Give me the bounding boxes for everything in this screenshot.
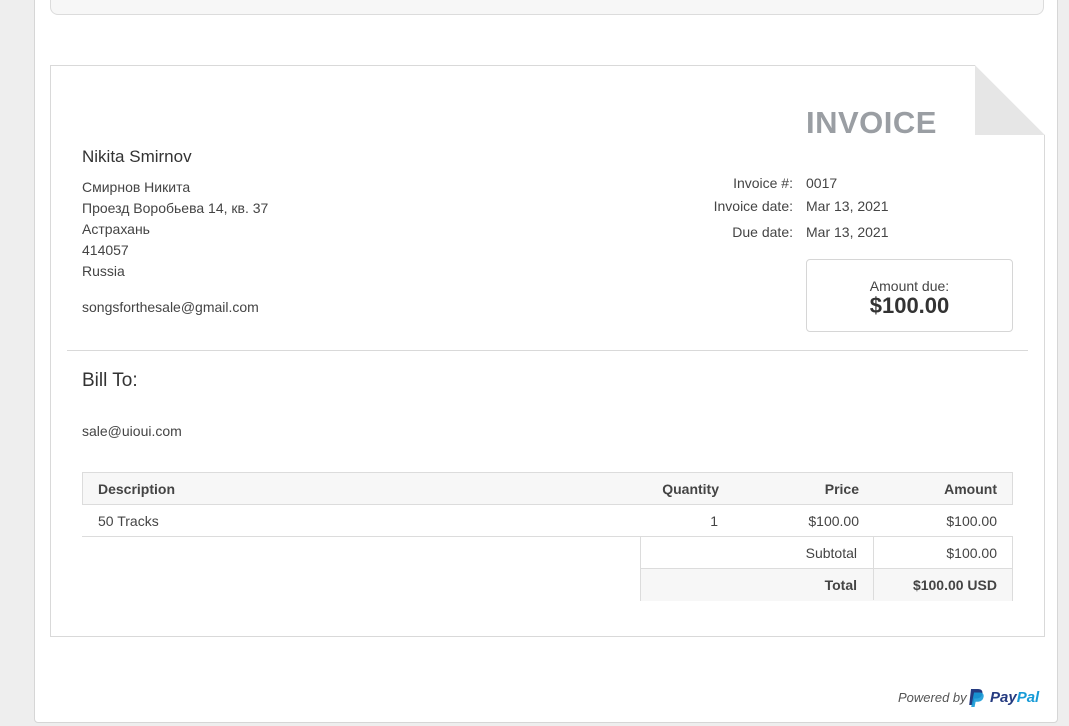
section-divider: [67, 350, 1028, 351]
column-header-price: Price: [824, 481, 859, 497]
merchant-address-line: Астрахань: [82, 221, 150, 237]
merchant-address-line: 414057: [82, 242, 129, 258]
merchant-name: Nikita Smirnov: [82, 147, 192, 166]
amount-due-value: $100.00: [869, 293, 950, 318]
column-header-description: Description: [98, 481, 176, 497]
invoice-number-value: 0017: [806, 175, 838, 191]
item-description: 50 Tracks: [98, 513, 159, 529]
item-price: $100.00: [808, 513, 859, 529]
invoice-date-label: Invoice date:: [713, 198, 793, 214]
bill-to-heading: Bill To:: [82, 370, 138, 391]
merchant-email: songsforthesale@gmail.com: [82, 299, 259, 315]
column-header-amount: Amount: [944, 481, 997, 497]
item-quantity: 1: [710, 513, 718, 529]
paypal-logo-part1: Pay: [990, 689, 1017, 706]
subtotal-label: Subtotal: [805, 545, 857, 561]
previous-section-box: [50, 0, 1044, 15]
total-label: Total: [824, 577, 857, 593]
due-date-label: Due date:: [732, 224, 793, 240]
paypal-icon: [969, 689, 984, 707]
amount-due-box: Amount due: $100.00: [806, 259, 1013, 332]
merchant-address-line: Проезд Воробьева 14, кв. 37: [82, 200, 269, 216]
subtotal-value: $100.00: [946, 545, 997, 561]
paypal-logo-text: PayPal: [990, 689, 1039, 706]
column-header-quantity: Quantity: [662, 481, 719, 497]
merchant-address-line: Смирнов Никита: [82, 179, 191, 195]
bill-to-email: sale@uioui.com: [82, 423, 182, 439]
invoice-number-label: Invoice #:: [733, 175, 793, 191]
powered-by-text: Powered by: [898, 690, 967, 705]
invoice-date-value: Mar 13, 2021: [806, 198, 889, 214]
page-corner-fold: [975, 65, 1045, 135]
invoice-title: INVOICE: [806, 105, 937, 140]
total-value: $100.00 USD: [912, 577, 997, 593]
due-date-value: Mar 13, 2021: [806, 224, 889, 240]
merchant-address-line: Russia: [82, 263, 125, 279]
paypal-logo-part2: Pal: [1016, 689, 1040, 706]
item-amount: $100.00: [946, 513, 997, 529]
amount-due-label: Amount due:: [869, 278, 950, 294]
